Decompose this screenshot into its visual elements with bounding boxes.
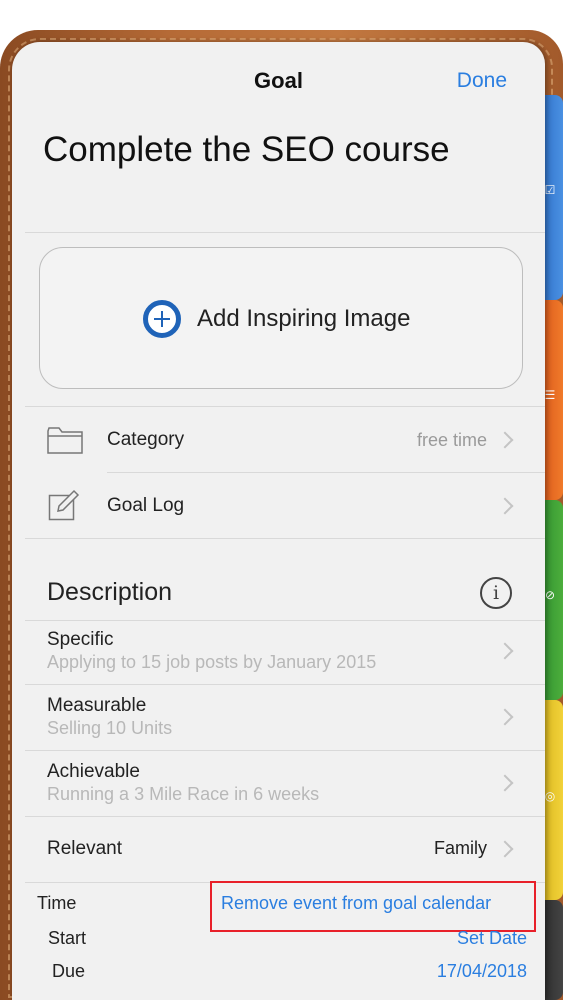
relevant-label: Relevant: [47, 838, 122, 859]
relevant-value: Family: [434, 838, 487, 858]
compass-icon: ⊘: [544, 588, 556, 602]
plus-circle-icon: [143, 300, 181, 338]
checkbox-icon: ☑: [544, 183, 556, 197]
divider: [25, 620, 545, 621]
category-value: free time: [416, 430, 487, 450]
add-image-button[interactable]: Add Inspiring Image: [39, 247, 523, 389]
divider: [25, 406, 545, 407]
divider: [25, 750, 545, 751]
chevron-right-icon: [496, 840, 514, 858]
achievable-value: Running a 3 Mile Race in 6 weeks: [47, 784, 320, 804]
goal-title[interactable]: Complete the SEO course: [43, 130, 450, 170]
time-label: Time: [37, 893, 77, 913]
divider: [25, 816, 545, 817]
done-button[interactable]: Done: [457, 69, 507, 93]
measurable-label: Measurable: [47, 695, 147, 716]
goal-log-label: Goal Log: [107, 495, 185, 516]
due-label: Due: [52, 961, 86, 981]
folder-icon: [47, 427, 83, 454]
list-icon: ☰: [544, 388, 556, 402]
measurable-value: Selling 10 Units: [47, 718, 173, 738]
due-date-button[interactable]: 17/04/2018: [437, 961, 527, 982]
start-date-button[interactable]: Set Date: [457, 928, 527, 949]
description-heading: Description: [47, 578, 173, 606]
chevron-right-icon: [496, 431, 514, 449]
divider: [107, 472, 545, 473]
specific-value: Applying to 15 job posts by January 2015: [47, 652, 377, 672]
start-label: Start: [48, 928, 87, 948]
chevron-right-icon: [496, 497, 514, 515]
info-icon[interactable]: i: [480, 577, 512, 609]
category-label: Category: [107, 429, 185, 450]
target-icon: ◎: [544, 789, 556, 803]
chevron-right-icon: [496, 774, 514, 792]
divider: [25, 684, 545, 685]
highlight-box: [210, 881, 536, 932]
achievable-label: Achievable: [47, 761, 140, 782]
divider: [25, 538, 545, 539]
specific-label: Specific: [47, 629, 114, 650]
chevron-right-icon: [496, 642, 514, 660]
edit-icon: [48, 489, 80, 521]
chevron-right-icon: [496, 708, 514, 726]
divider: [25, 232, 545, 233]
add-image-label: Add Inspiring Image: [197, 305, 411, 332]
goal-page: Goal Done Complete the SEO course Add In…: [12, 42, 545, 1000]
